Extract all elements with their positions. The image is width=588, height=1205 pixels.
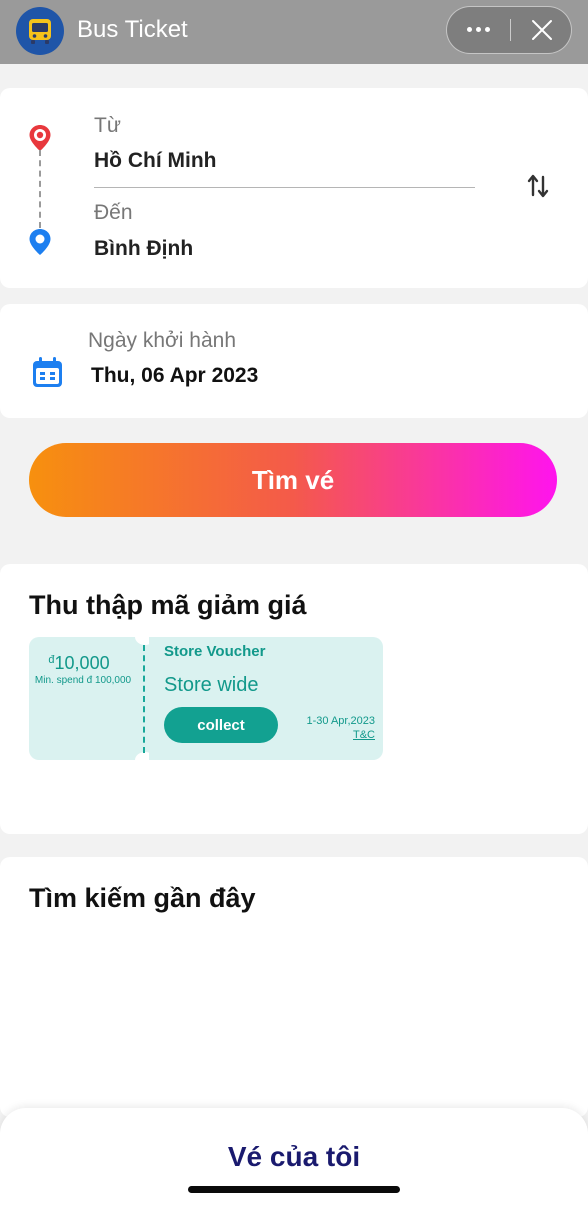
voucher-title: Store Voucher	[164, 643, 266, 660]
voucher-amount-panel: đ10,000 Min. spend đ 100,000	[29, 637, 141, 760]
departure-date-card[interactable]: Ngày khởi hành Thu, 06 Apr 2023	[0, 304, 588, 418]
bus-icon	[16, 7, 64, 55]
voucher-validity: 1-30 Apr,2023	[306, 715, 375, 727]
voucher-section-title: Thu thập mã giảm giá	[29, 590, 307, 620]
route-connector	[39, 150, 41, 228]
recent-searches-section: Tìm kiếm gần đây	[0, 857, 588, 1117]
capsule-divider	[510, 19, 511, 41]
voucher-dashed-divider	[143, 645, 145, 753]
destination-pin-icon	[28, 228, 52, 261]
voucher-details-panel: Store Voucher Store wide collect 1-30 Ap…	[149, 637, 383, 760]
collect-voucher-button[interactable]: collect	[164, 707, 278, 743]
recent-searches-title: Tìm kiếm gần đây	[29, 883, 256, 913]
from-label: Từ	[94, 114, 121, 137]
voucher-section: Thu thập mã giảm giá đ10,000 Min. spend …	[0, 564, 588, 834]
swap-arrows-icon[interactable]	[520, 168, 556, 204]
home-indicator	[188, 1186, 400, 1193]
voucher-amount: đ10,000	[48, 653, 110, 673]
from-field[interactable]: Hồ Chí Minh	[94, 149, 216, 173]
terms-link[interactable]: T&C	[353, 729, 375, 741]
departure-date-label: Ngày khởi hành	[88, 329, 237, 352]
voucher-card: đ10,000 Min. spend đ 100,000 Store Vouch…	[29, 629, 383, 768]
my-tickets-button[interactable]: Vé của tôi	[0, 1141, 588, 1173]
to-field[interactable]: Bình Định	[94, 237, 193, 261]
more-dots-icon[interactable]	[447, 7, 510, 52]
app-header: Bus Ticket	[0, 0, 588, 64]
app-title: Bus Ticket	[77, 16, 188, 43]
bottom-bar: Vé của tôi	[0, 1108, 588, 1205]
voucher-scope: Store wide	[164, 674, 259, 696]
route-divider	[94, 187, 475, 188]
search-tickets-button[interactable]: Tìm vé	[29, 443, 557, 517]
close-icon[interactable]	[513, 7, 570, 52]
voucher-min-spend: Min. spend đ 100,000	[34, 675, 132, 686]
departure-date-value[interactable]: Thu, 06 Apr 2023	[91, 364, 258, 388]
calendar-icon	[31, 356, 64, 394]
route-card: Từ Hồ Chí Minh Đến Bình Định	[0, 88, 588, 288]
mini-app-capsule	[446, 6, 572, 54]
to-label: Đến	[94, 201, 133, 224]
